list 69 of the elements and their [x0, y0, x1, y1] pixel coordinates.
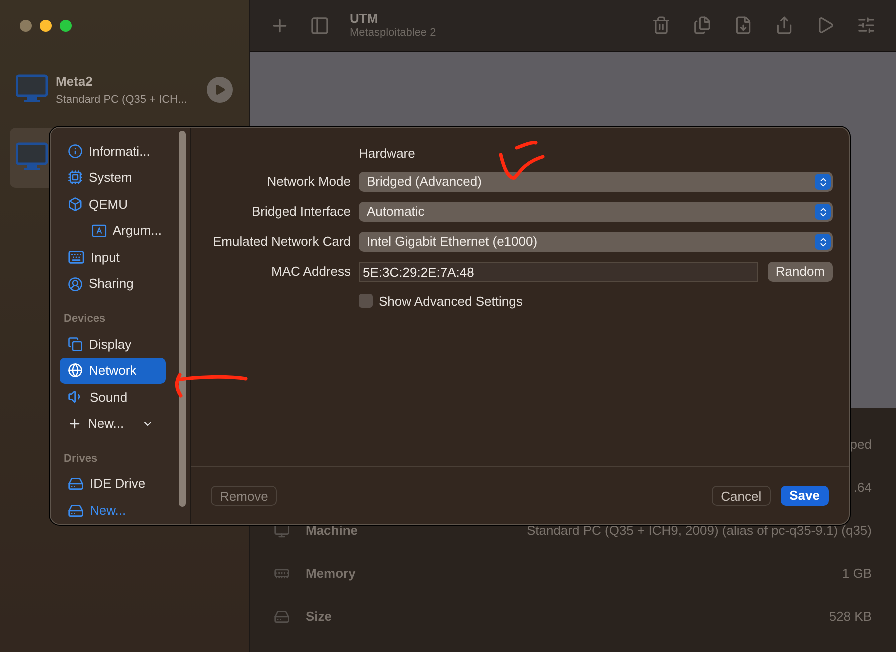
- sidebar-item[interactable]: System: [60, 164, 166, 192]
- dropdown[interactable]: Intel Gigabit Ethernet (e1000): [359, 232, 833, 252]
- detail-value: 528 KB: [829, 608, 872, 626]
- sidebar-item[interactable]: Argum...: [60, 218, 166, 244]
- sidebar-item[interactable]: New...: [60, 410, 166, 438]
- window-subtitle: Metasploitablee 2: [350, 26, 436, 40]
- square-icon: [92, 224, 107, 238]
- chip-icon: [68, 170, 83, 186]
- checkbox[interactable]: [359, 294, 373, 308]
- detail-label: Machine: [306, 522, 358, 540]
- minimize-button[interactable]: [40, 20, 52, 32]
- drive-icon: [68, 502, 84, 519]
- sidebar-item[interactable]: Input: [60, 244, 166, 271]
- section-heading: Hardware: [359, 145, 416, 163]
- detail-value: 1 GB: [842, 565, 872, 584]
- play-button[interactable]: [207, 77, 233, 103]
- sidebar-item[interactable]: QEMU: [60, 191, 166, 218]
- detail-value: ped: [850, 436, 872, 454]
- keyboard-icon: [68, 249, 85, 266]
- field-label: MAC Address: [270, 263, 351, 282]
- stepper-icon: [815, 174, 831, 190]
- remove-button[interactable]: Remove: [211, 486, 278, 506]
- documents-icon[interactable]: [693, 16, 712, 35]
- text-field[interactable]: 5E:3C:29:2E:7A:48: [359, 262, 758, 282]
- random-button[interactable]: Random: [768, 262, 833, 282]
- settings-icon[interactable]: [857, 16, 876, 35]
- sidebar-item[interactable]: New...: [60, 497, 166, 524]
- window-title: UTM: [350, 10, 380, 27]
- sidebar-item[interactable]: Informati...: [60, 138, 166, 165]
- detail-label: Size: [306, 608, 332, 626]
- vm-name: Meta2: [56, 73, 94, 91]
- section-heading: Drives: [63, 452, 99, 468]
- detail-label: Memory: [306, 565, 356, 584]
- stepper-icon: [815, 234, 831, 250]
- field-label: Emulated Network Card: [212, 233, 351, 252]
- field-label: Bridged Interface: [250, 203, 351, 222]
- section-heading: Devices: [63, 312, 107, 328]
- detail-value: Standard PC (Q35 + ICH9, 2009) (alias of pc-q35-9.1) (q35): [526, 522, 872, 540]
- vm-subtitle: Standard PC (Q35 + ICH...: [56, 92, 188, 108]
- dropdown[interactable]: Automatic: [359, 202, 833, 222]
- checkbox-label: Show Advanced Settings: [379, 292, 523, 311]
- cube-icon: [68, 196, 83, 212]
- sidebar-item[interactable]: Sharing: [60, 270, 166, 298]
- field-label: Network Mode: [266, 173, 351, 192]
- display-icon: [68, 336, 83, 352]
- vm-list-item[interactable]: Meta2 Standard PC (Q35 + ICH...: [10, 60, 239, 120]
- sidebar-item[interactable]: Network: [60, 358, 166, 384]
- download-icon[interactable]: [734, 16, 753, 35]
- info-icon: [68, 144, 83, 159]
- drive-icon: [274, 609, 290, 625]
- play-icon: [214, 84, 226, 96]
- plus-icon: [68, 416, 82, 431]
- dropdown[interactable]: Bridged (Advanced): [359, 172, 833, 192]
- cancel-button[interactable]: Cancel: [712, 486, 771, 506]
- zoom-button[interactable]: [60, 20, 72, 32]
- stepper-icon: [815, 204, 831, 220]
- sidebar-item[interactable]: Display: [60, 330, 166, 358]
- save-button[interactable]: Save: [780, 486, 829, 506]
- detail-value: .64: [854, 479, 872, 498]
- sidebar-toggle-icon[interactable]: [310, 16, 330, 36]
- share-icon[interactable]: [775, 16, 794, 35]
- sidebar-item[interactable]: Sound: [60, 384, 166, 411]
- drive-icon: [68, 476, 84, 492]
- sidebar-item[interactable]: IDE Drive: [60, 470, 166, 498]
- close-button[interactable]: [20, 20, 32, 32]
- play-icon[interactable]: [816, 16, 835, 35]
- trash-icon[interactable]: [652, 16, 671, 35]
- person-icon: [68, 276, 83, 292]
- globe-icon: [68, 363, 83, 378]
